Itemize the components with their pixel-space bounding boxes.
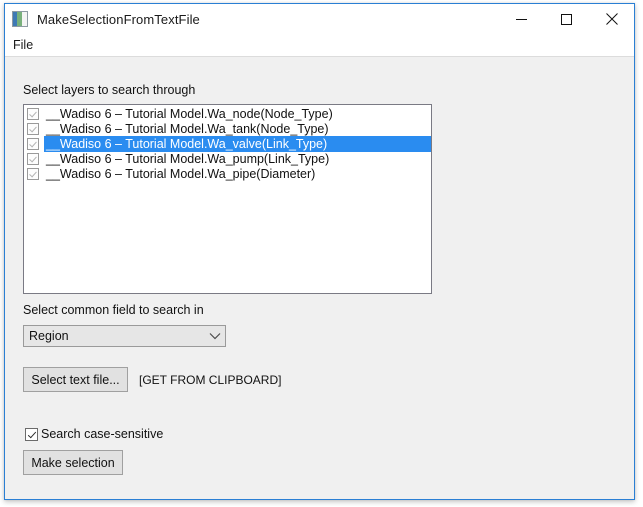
layer-checkbox[interactable] <box>27 137 39 150</box>
close-icon[interactable] <box>589 4 634 34</box>
layer-listbox[interactable]: __Wadiso 6 – Tutorial Model.Wa_node(Node… <box>23 104 432 294</box>
field-label: Select common field to search in <box>23 303 204 317</box>
window-title: MakeSelectionFromTextFile <box>37 11 200 27</box>
common-field-select[interactable]: Region <box>23 325 226 347</box>
chevron-down-icon <box>205 332 225 340</box>
common-field-value: Region <box>29 329 69 343</box>
form-client-area: Select layers to search through __Wadiso… <box>5 57 634 499</box>
list-item[interactable]: __Wadiso 6 – Tutorial Model.Wa_valve(Lin… <box>24 135 431 152</box>
menu-item-file[interactable]: File <box>5 35 40 55</box>
select-text-file-button[interactable]: Select text file... <box>23 367 128 392</box>
application-window: MakeSelectionFromTextFile File Select la… <box>4 3 635 500</box>
layer-checkbox[interactable] <box>27 167 39 180</box>
clipboard-hint-label: [GET FROM CLIPBOARD] <box>139 373 282 387</box>
minimize-icon[interactable] <box>499 4 544 34</box>
list-item[interactable]: __Wadiso 6 – Tutorial Model.Wa_pipe(Diam… <box>24 166 431 181</box>
menu-bar: File <box>5 34 634 57</box>
layers-label: Select layers to search through <box>23 83 196 97</box>
layer-checkbox[interactable] <box>27 122 39 135</box>
application-image-icon <box>12 11 28 27</box>
case-sensitive-label: Search case-sensitive <box>41 427 164 441</box>
make-selection-button[interactable]: Make selection <box>23 450 123 475</box>
maximize-icon[interactable] <box>544 4 589 34</box>
layer-label: __Wadiso 6 – Tutorial Model.Wa_node(Node… <box>46 106 333 121</box>
window-controls <box>499 4 634 34</box>
layer-label: __Wadiso 6 – Tutorial Model.Wa_pump(Link… <box>46 151 330 166</box>
layer-checkbox[interactable] <box>27 152 39 165</box>
layer-label: __Wadiso 6 – Tutorial Model.Wa_tank(Node… <box>46 121 329 136</box>
case-sensitive-checkbox-box[interactable] <box>25 427 38 441</box>
title-bar[interactable]: MakeSelectionFromTextFile <box>5 4 634 34</box>
layer-checkbox[interactable] <box>27 107 39 120</box>
list-item[interactable]: __Wadiso 6 – Tutorial Model.Wa_tank(Node… <box>24 121 431 136</box>
layer-label: __Wadiso 6 – Tutorial Model.Wa_valve(Lin… <box>44 135 431 152</box>
layer-label: __Wadiso 6 – Tutorial Model.Wa_pipe(Diam… <box>46 166 316 181</box>
list-item[interactable]: __Wadiso 6 – Tutorial Model.Wa_node(Node… <box>24 106 431 121</box>
search-case-sensitive-checkbox[interactable]: Search case-sensitive <box>25 427 163 441</box>
list-item[interactable]: __Wadiso 6 – Tutorial Model.Wa_pump(Link… <box>24 151 431 166</box>
